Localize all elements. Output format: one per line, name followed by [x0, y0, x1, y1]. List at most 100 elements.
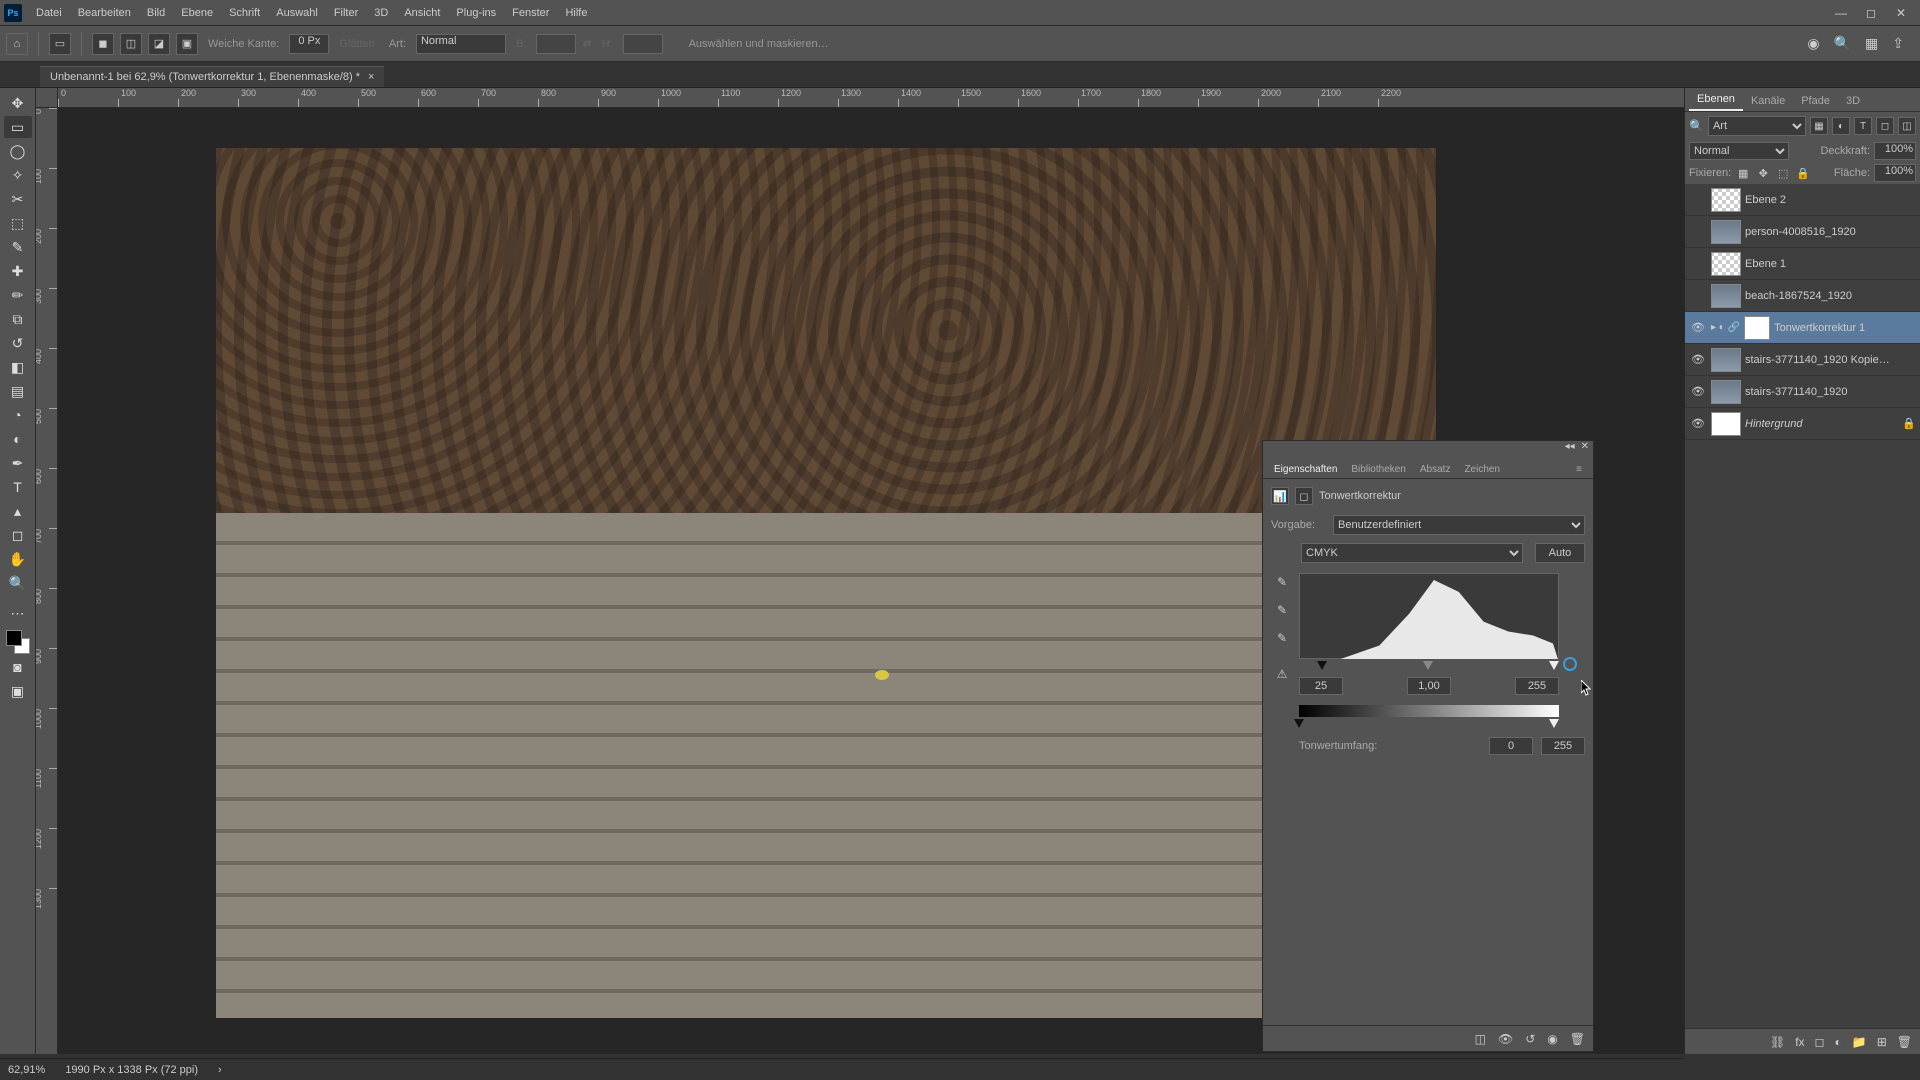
zoom-tool[interactable]: 🔍	[4, 572, 32, 594]
eraser-tool[interactable]: ◧	[4, 356, 32, 378]
gamma-input[interactable]	[1407, 677, 1451, 695]
style-select[interactable]: Normal	[416, 34, 506, 54]
filter-adjust-icon[interactable]: ◐	[1832, 117, 1850, 135]
layer-row[interactable]: 👁stairs-3771140_1920	[1685, 376, 1920, 408]
layer-thumb[interactable]	[1711, 380, 1741, 404]
white-slider[interactable]	[1549, 661, 1559, 670]
layer-row[interactable]: 👁 Hintergrund 🔒	[1685, 408, 1920, 440]
pen-tool[interactable]: ✒	[4, 452, 32, 474]
output-white-input[interactable]	[1541, 737, 1585, 755]
brush-tool[interactable]: ✏	[4, 284, 32, 306]
toggle-visibility-icon[interactable]: ◉	[1547, 1032, 1557, 1046]
move-tool[interactable]: ✥	[4, 92, 32, 114]
search-icon[interactable]: 🔍	[1834, 35, 1851, 52]
lock-pixels-icon[interactable]: ▦	[1735, 165, 1751, 181]
white-point-eyedropper[interactable]: ✎	[1273, 629, 1291, 647]
preset-select[interactable]: Benutzerdefiniert	[1333, 515, 1585, 535]
layer-name[interactable]: Tonwertkorrektur 1	[1774, 322, 1916, 334]
layer-row[interactable]: Ebene 2	[1685, 184, 1920, 216]
workspace-icon[interactable]: ▦	[1865, 35, 1878, 52]
lock-position-icon[interactable]: ✥	[1755, 165, 1771, 181]
eyedropper-tool[interactable]: ✎	[4, 236, 32, 258]
blend-mode-select[interactable]: Normal	[1689, 142, 1789, 160]
adjustment-layer-icon[interactable]: ◐	[1835, 1035, 1842, 1049]
wand-tool[interactable]: ✧	[4, 164, 32, 186]
channel-select[interactable]: CMYK	[1301, 543, 1523, 563]
layer-name[interactable]: Hintergrund	[1745, 418, 1898, 430]
hand-tool[interactable]: ✋	[4, 548, 32, 570]
gradient-tool[interactable]: ▤	[4, 380, 32, 402]
menu-fenster[interactable]: Fenster	[504, 7, 557, 19]
document-canvas[interactable]	[216, 148, 1436, 1018]
layer-row[interactable]: 👁stairs-3771140_1920 Kopie…	[1685, 344, 1920, 376]
doc-info-chevron-icon[interactable]: ›	[218, 1064, 222, 1076]
menu-filter[interactable]: Filter	[326, 7, 366, 19]
lock-icon[interactable]: 🔒	[1902, 417, 1916, 430]
color-swatches[interactable]	[6, 630, 30, 654]
select-and-mask-button[interactable]: Auswählen und maskieren…	[689, 38, 829, 50]
lasso-tool[interactable]: ◯	[4, 140, 32, 162]
filter-type-icon[interactable]: T	[1854, 117, 1872, 135]
delete-adjustment-icon[interactable]: 🗑	[1570, 1032, 1585, 1046]
menu-plugins[interactable]: Plug-ins	[448, 7, 504, 19]
type-tool[interactable]: T	[4, 476, 32, 498]
blur-tool[interactable]: ◔	[4, 404, 32, 426]
marquee-tool[interactable]: ▭	[4, 116, 32, 138]
layer-thumb[interactable]	[1711, 412, 1741, 436]
menu-bild[interactable]: Bild	[139, 7, 173, 19]
menu-bearbeiten[interactable]: Bearbeiten	[70, 7, 139, 19]
gamma-slider[interactable]	[1423, 661, 1433, 670]
frame-tool[interactable]: ⬚	[4, 212, 32, 234]
home-button[interactable]: ⌂	[6, 33, 28, 55]
tab-kanaele[interactable]: Kanäle	[1743, 91, 1793, 111]
menu-auswahl[interactable]: Auswahl	[268, 7, 326, 19]
fg-color[interactable]	[6, 630, 22, 646]
layer-name[interactable]: person-4008516_1920	[1745, 226, 1916, 238]
intersect-selection-icon[interactable]: ▣	[176, 33, 198, 55]
clip-warning-icon[interactable]: ⚠	[1273, 665, 1291, 683]
zoom-level[interactable]: 62,91%	[8, 1064, 45, 1076]
panel-menu-icon[interactable]: ≡	[1569, 461, 1589, 478]
output-black-slider[interactable]	[1294, 719, 1304, 728]
layer-thumb[interactable]	[1711, 252, 1741, 276]
new-selection-icon[interactable]: ◼	[92, 33, 114, 55]
menu-ansicht[interactable]: Ansicht	[396, 7, 448, 19]
tab-3d[interactable]: 3D	[1838, 91, 1868, 111]
menu-schrift[interactable]: Schrift	[221, 7, 268, 19]
maximize-button[interactable]: ◻	[1856, 6, 1886, 20]
tab-pfade[interactable]: Pfade	[1793, 91, 1838, 111]
doc-info[interactable]: 1990 Px x 1338 Px (72 ppi)	[65, 1064, 198, 1076]
clone-tool[interactable]: ⧉	[4, 308, 32, 330]
ruler-vertical[interactable]: 0100200300400500600700800900100011001200…	[36, 108, 58, 1054]
layer-row[interactable]: 👁▸ ◐ 🔗Tonwertkorrektur 1	[1685, 312, 1920, 344]
close-panel-icon[interactable]: ✕	[1581, 441, 1589, 457]
layer-thumb[interactable]	[1711, 284, 1741, 308]
cloud-docs-icon[interactable]: ◉	[1807, 35, 1819, 52]
screenmode-toggle[interactable]: ▣	[4, 680, 32, 702]
filter-kind-select[interactable]: Art	[1708, 116, 1806, 136]
reset-icon[interactable]: ↺	[1525, 1032, 1535, 1046]
filter-smart-icon[interactable]: ◫	[1898, 117, 1916, 135]
black-slider[interactable]	[1317, 661, 1327, 670]
gray-point-eyedropper[interactable]: ✎	[1273, 601, 1291, 619]
menu-datei[interactable]: Datei	[28, 7, 70, 19]
close-tab-icon[interactable]: ×	[368, 71, 374, 83]
filter-shape-icon[interactable]: ◻	[1876, 117, 1894, 135]
add-selection-icon[interactable]: ◫	[120, 33, 142, 55]
heal-tool[interactable]: ✚	[4, 260, 32, 282]
tab-zeichen[interactable]: Zeichen	[1457, 461, 1507, 478]
visibility-toggle[interactable]: 👁	[1689, 417, 1707, 430]
view-previous-icon[interactable]: 👁	[1498, 1032, 1513, 1046]
input-slider[interactable]	[1299, 661, 1559, 673]
visibility-toggle[interactable]: 👁	[1689, 321, 1707, 334]
white-input[interactable]	[1515, 677, 1559, 695]
lock-artboard-icon[interactable]: ⬚	[1775, 165, 1791, 181]
fill-input[interactable]: 100%	[1874, 164, 1916, 182]
dodge-tool[interactable]: ◐	[4, 428, 32, 450]
menu-3d[interactable]: 3D	[366, 7, 396, 19]
minimize-button[interactable]: —	[1826, 6, 1856, 20]
ruler-horizontal[interactable]: 0100200300400500600700800900100011001200…	[58, 88, 1684, 108]
shape-tool[interactable]: ◻	[4, 524, 32, 546]
layer-name[interactable]: stairs-3771140_1920	[1745, 386, 1916, 398]
layer-row[interactable]: beach-1867524_1920	[1685, 280, 1920, 312]
